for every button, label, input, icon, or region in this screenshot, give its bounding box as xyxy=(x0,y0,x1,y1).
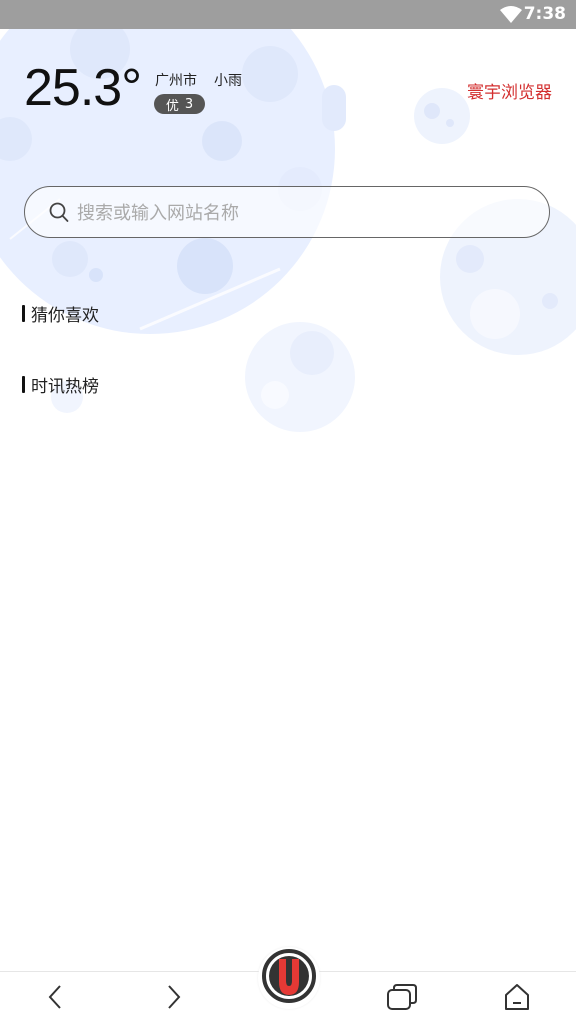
brand-name: 寰宇浏览器 xyxy=(467,83,552,103)
weather-temperature[interactable]: 25.3° xyxy=(24,58,142,118)
wifi-icon xyxy=(500,6,522,27)
home-icon xyxy=(503,983,531,1015)
forward-button[interactable] xyxy=(144,972,204,1025)
section-marker xyxy=(22,376,25,393)
aqi-value: 3 xyxy=(184,96,194,112)
section-title-text: 时讯热榜 xyxy=(31,377,99,397)
section-hot-news: 时讯热榜 xyxy=(22,372,99,397)
section-guess-you-like: 猜你喜欢 xyxy=(22,301,99,326)
home-button[interactable] xyxy=(487,972,547,1025)
chevron-left-icon xyxy=(47,984,63,1014)
windows-icon xyxy=(386,983,418,1015)
section-title-text: 猜你喜欢 xyxy=(31,306,99,326)
weather-condition: 小雨 xyxy=(214,73,242,89)
windows-button[interactable] xyxy=(372,972,432,1025)
back-button[interactable] xyxy=(25,972,85,1025)
search-bar[interactable] xyxy=(24,186,550,238)
section-marker xyxy=(22,305,25,322)
aqi-label: 优 xyxy=(165,98,179,114)
weather-city[interactable]: 广州市 xyxy=(155,70,197,90)
browser-logo-icon xyxy=(262,949,316,1007)
search-icon xyxy=(49,202,69,227)
chevron-right-icon xyxy=(166,984,182,1014)
aqi-badge: 优 3 xyxy=(154,94,205,114)
browser-menu-button[interactable] xyxy=(258,947,320,1009)
search-input[interactable] xyxy=(75,197,519,229)
status-time: 7:38 xyxy=(523,4,566,24)
status-bar: 7:38 xyxy=(0,0,576,29)
